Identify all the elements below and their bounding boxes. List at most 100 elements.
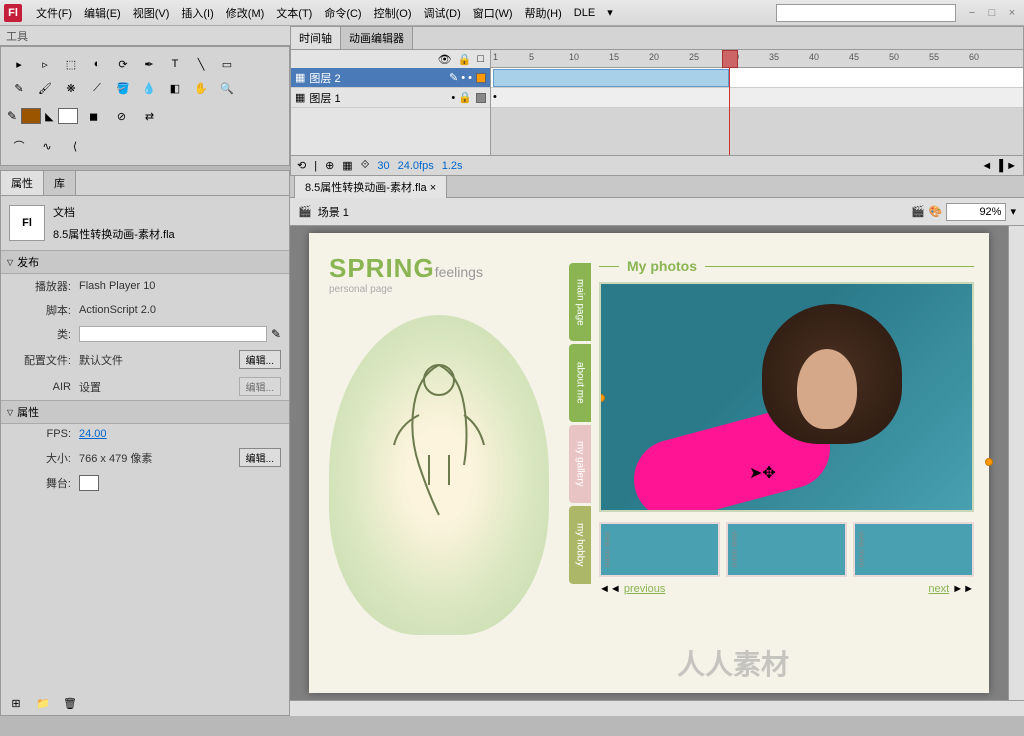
playhead[interactable]: [729, 50, 730, 155]
delete-layer-button[interactable]: 🗑: [58, 692, 82, 714]
stage-area[interactable]: SPRINGfeelings personal page main page a…: [290, 226, 1008, 700]
elapsed-time: 1.2s: [442, 160, 463, 172]
next-link[interactable]: next: [928, 583, 949, 595]
menu-window[interactable]: 窗口(W): [467, 1, 519, 25]
deco-tool[interactable]: ❋: [59, 77, 83, 99]
menu-insert[interactable]: 插入(I): [175, 1, 219, 25]
snap-tool[interactable]: ⌒: [7, 135, 31, 157]
transform-handle[interactable]: [599, 394, 605, 402]
new-layer-button[interactable]: ⊞: [4, 692, 28, 714]
menu-control[interactable]: 控制(O): [368, 1, 418, 25]
zoom-dropdown-icon[interactable]: ▾: [1010, 205, 1016, 218]
outline-icon[interactable]: □: [477, 53, 484, 65]
prev-link[interactable]: previous: [624, 583, 666, 595]
new-folder-button[interactable]: 📁: [31, 692, 55, 714]
thumbnail-1[interactable]: view more: [599, 522, 720, 577]
scene-label[interactable]: 场景 1: [318, 204, 349, 220]
timeline-frames[interactable]: 1 5 10 15 20 25 30 35 40 45 50 55 60: [491, 50, 1023, 155]
edit-symbols-icon[interactable]: 🎨: [929, 205, 943, 218]
fill-color[interactable]: [58, 108, 78, 124]
bw-swap[interactable]: ◼: [82, 105, 106, 127]
edit-scene-icon[interactable]: 🎬: [911, 205, 925, 218]
menu-text[interactable]: 文本(T): [270, 1, 318, 25]
loop-icon[interactable]: ▦: [342, 159, 352, 172]
timeline-scroll[interactable]: ◄ ▐ ►: [981, 160, 1017, 172]
3d-rotation-tool[interactable]: ⟳: [111, 53, 135, 75]
lock-icon[interactable]: 🔒: [458, 53, 472, 66]
selection-tool[interactable]: ▸: [7, 53, 31, 75]
transform-handle[interactable]: [985, 458, 993, 466]
doc-type-label: 文档: [53, 204, 175, 220]
zoom-input[interactable]: [946, 203, 1006, 221]
profile-edit-button[interactable]: 编辑...: [239, 350, 281, 369]
thumbnail-3[interactable]: view more: [853, 522, 974, 577]
horizontal-scrollbar[interactable]: [290, 700, 1024, 716]
thumbnail-2[interactable]: view more: [726, 522, 847, 577]
nav-my-gallery[interactable]: my gallery: [569, 425, 591, 503]
layer-1[interactable]: ▦图层 1• 🔒: [291, 88, 490, 108]
stage-color[interactable]: [79, 475, 99, 491]
main-photo[interactable]: [599, 282, 974, 512]
lasso-tool[interactable]: ◐: [85, 53, 109, 75]
current-frame[interactable]: 30: [377, 160, 389, 172]
menu-debug[interactable]: 调试(D): [418, 1, 467, 25]
zoom-tool[interactable]: 🔍: [215, 77, 239, 99]
tab-timeline[interactable]: 时间轴: [291, 27, 341, 49]
menu-modify[interactable]: 修改(M): [220, 1, 271, 25]
size-edit-button[interactable]: 编辑...: [239, 448, 281, 467]
eyedropper-tool[interactable]: 💧: [137, 77, 161, 99]
paint-bucket-tool[interactable]: 🪣: [111, 77, 135, 99]
menu-edit[interactable]: 编辑(E): [78, 1, 127, 25]
no-color[interactable]: ⊘: [110, 105, 134, 127]
frame-rate[interactable]: 24.0fps: [398, 160, 434, 172]
center-frame-icon[interactable]: ⊕: [325, 159, 334, 172]
section-properties[interactable]: 属性: [1, 400, 289, 424]
stroke-color[interactable]: [21, 108, 41, 124]
smooth-tool[interactable]: ∿: [35, 135, 59, 157]
menu-help[interactable]: 帮助(H): [519, 1, 568, 25]
tab-properties[interactable]: 属性: [1, 171, 44, 195]
nav-main-page[interactable]: main page: [569, 263, 591, 341]
nav-my-hobby[interactable]: my hobby: [569, 506, 591, 584]
maximize-button[interactable]: □: [984, 6, 1000, 20]
fps-value[interactable]: 24.00: [79, 428, 107, 440]
bone-tool[interactable]: ⟋: [85, 77, 109, 99]
menu-overflow-icon[interactable]: ▾: [607, 6, 613, 19]
close-button[interactable]: ×: [1004, 6, 1020, 20]
edit-class-icon[interactable]: ✎: [271, 327, 281, 341]
eye-icon[interactable]: 👁: [438, 53, 452, 66]
text-tool[interactable]: T: [163, 53, 187, 75]
close-tab-icon[interactable]: ×: [430, 182, 436, 194]
free-transform-tool[interactable]: ⬚: [59, 53, 83, 75]
vertical-scrollbar[interactable]: [1008, 226, 1024, 700]
air-value: 设置: [79, 379, 101, 395]
minimize-button[interactable]: −: [964, 6, 980, 20]
menu-view[interactable]: 视图(V): [127, 1, 176, 25]
class-input[interactable]: [79, 326, 267, 342]
rectangle-tool[interactable]: ▭: [215, 53, 239, 75]
eraser-tool[interactable]: ◧: [163, 77, 187, 99]
menu-file[interactable]: 文件(F): [30, 1, 78, 25]
onion-skin-icon[interactable]: ⟲: [297, 159, 306, 172]
pencil-tool[interactable]: ✎: [7, 77, 31, 99]
tween-span[interactable]: [493, 69, 729, 87]
line-tool[interactable]: ╲: [189, 53, 213, 75]
onion-all-icon[interactable]: ⟐: [361, 159, 370, 172]
scene-icon: 🎬: [298, 205, 312, 218]
document-tab[interactable]: 8.5属性转换动画-素材.fla ×: [294, 175, 447, 198]
menu-commands[interactable]: 命令(C): [318, 1, 367, 25]
search-input[interactable]: [776, 4, 956, 22]
hand-tool[interactable]: ✋: [189, 77, 213, 99]
tab-motion-editor[interactable]: 动画编辑器: [341, 27, 413, 49]
brush-tool[interactable]: 🖌: [33, 77, 57, 99]
pen-tool[interactable]: ✒: [137, 53, 161, 75]
section-publish[interactable]: 发布: [1, 250, 289, 274]
tools-title: 工具: [0, 26, 290, 46]
menu-dle[interactable]: DLE: [568, 3, 601, 23]
tab-library[interactable]: 库: [44, 171, 76, 195]
layer-2[interactable]: ▦图层 2✎ • •: [291, 68, 490, 88]
straighten-tool[interactable]: ⟨: [63, 135, 87, 157]
swap-colors[interactable]: ⇄: [138, 105, 162, 127]
subselection-tool[interactable]: ▹: [33, 53, 57, 75]
nav-about-me[interactable]: about me: [569, 344, 591, 422]
